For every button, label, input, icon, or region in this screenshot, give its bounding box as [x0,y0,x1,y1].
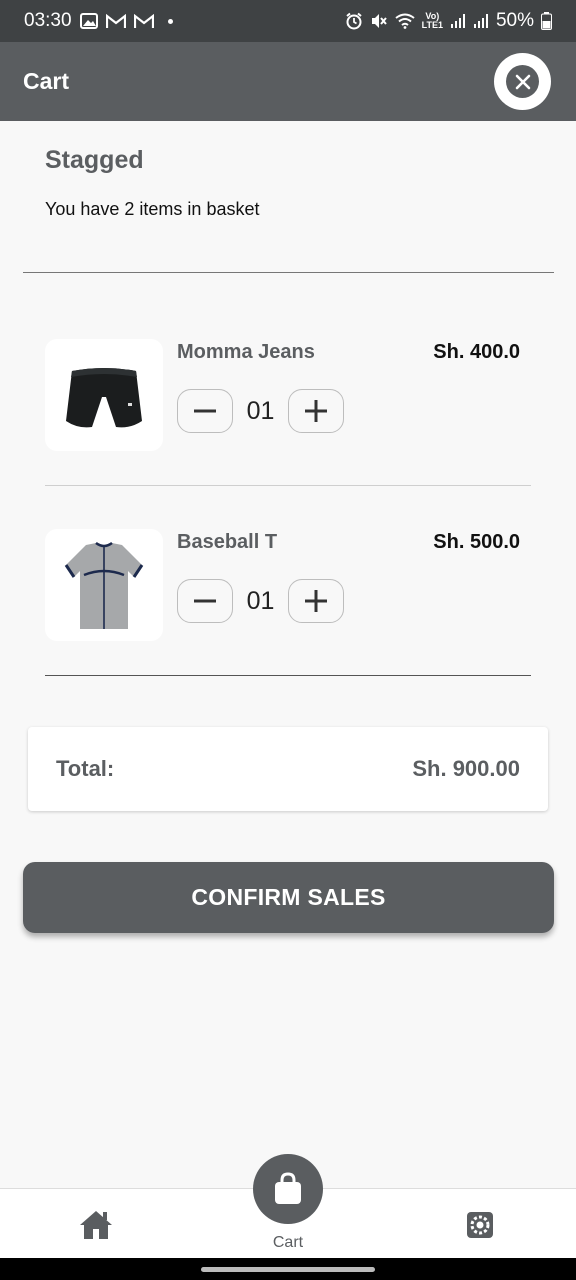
battery-percent: 50% [495,10,534,31]
home-gesture-handle[interactable] [201,1267,375,1272]
close-button[interactable] [494,53,551,110]
gear-icon [467,1212,493,1238]
gmail-icon [133,13,154,29]
status-bar: 03:30 Vo) LTE1 50% [0,0,576,42]
item-name: Baseball T [177,531,278,553]
nav-cart-button[interactable] [253,1154,323,1224]
total-label: Total: [56,756,115,781]
cart-item: Momma Jeans Sh. 400.0 01 [45,339,531,453]
page-title: Cart [23,68,70,94]
minus-icon [194,599,216,603]
mute-icon [370,12,388,30]
quantity-stepper: 01 [177,389,344,433]
item-divider [45,675,531,676]
increase-quantity-button[interactable] [288,579,344,623]
battery-icon [541,12,552,30]
status-time: 03:30 [24,10,72,31]
cart-item: Baseball T Sh. 500.0 01 [45,529,531,643]
nav-cart-label: Cart [272,1234,304,1251]
plus-icon [305,590,327,612]
black-shorts-image [66,368,142,428]
home-icon [80,1211,112,1239]
quantity-value: 01 [246,586,275,615]
alarm-icon [345,12,363,30]
signal-icon [450,13,466,29]
shopping-bag-icon [275,1172,301,1204]
plus-icon [305,400,327,422]
item-price: Sh. 500.0 [433,531,520,553]
app-bar: Cart [0,42,576,121]
nav-settings-button[interactable] [463,1209,497,1241]
basket-title: Stagged [45,146,144,174]
total-card: Total: Sh. 900.00 [28,727,548,811]
basket-subtitle: You have 2 items in basket [45,199,260,219]
divider [23,272,554,273]
quantity-stepper: 01 [177,579,344,623]
minus-icon [194,409,216,413]
network-label: LTE1 [421,20,443,30]
baseball-jersey-image [64,541,144,629]
gmail-icon [105,13,126,29]
product-image [45,529,163,641]
item-name: Momma Jeans [177,341,315,363]
close-icon [506,65,539,98]
confirm-sales-button[interactable]: CONFIRM SALES [23,862,554,933]
nav-home-button[interactable] [79,1209,113,1241]
decrease-quantity-button[interactable] [177,389,233,433]
volte-icon: Vo) LTE1 [421,11,443,30]
wifi-icon [395,13,415,29]
quantity-value: 01 [246,396,275,425]
item-divider [45,485,531,486]
product-image [45,339,163,451]
gesture-bar [0,1258,576,1280]
increase-quantity-button[interactable] [288,389,344,433]
decrease-quantity-button[interactable] [177,579,233,623]
gallery-icon [79,13,98,29]
total-value: Sh. 900.00 [412,756,520,781]
signal-icon [473,13,489,29]
item-price: Sh. 400.0 [433,341,520,363]
notification-dot-icon [167,18,173,24]
